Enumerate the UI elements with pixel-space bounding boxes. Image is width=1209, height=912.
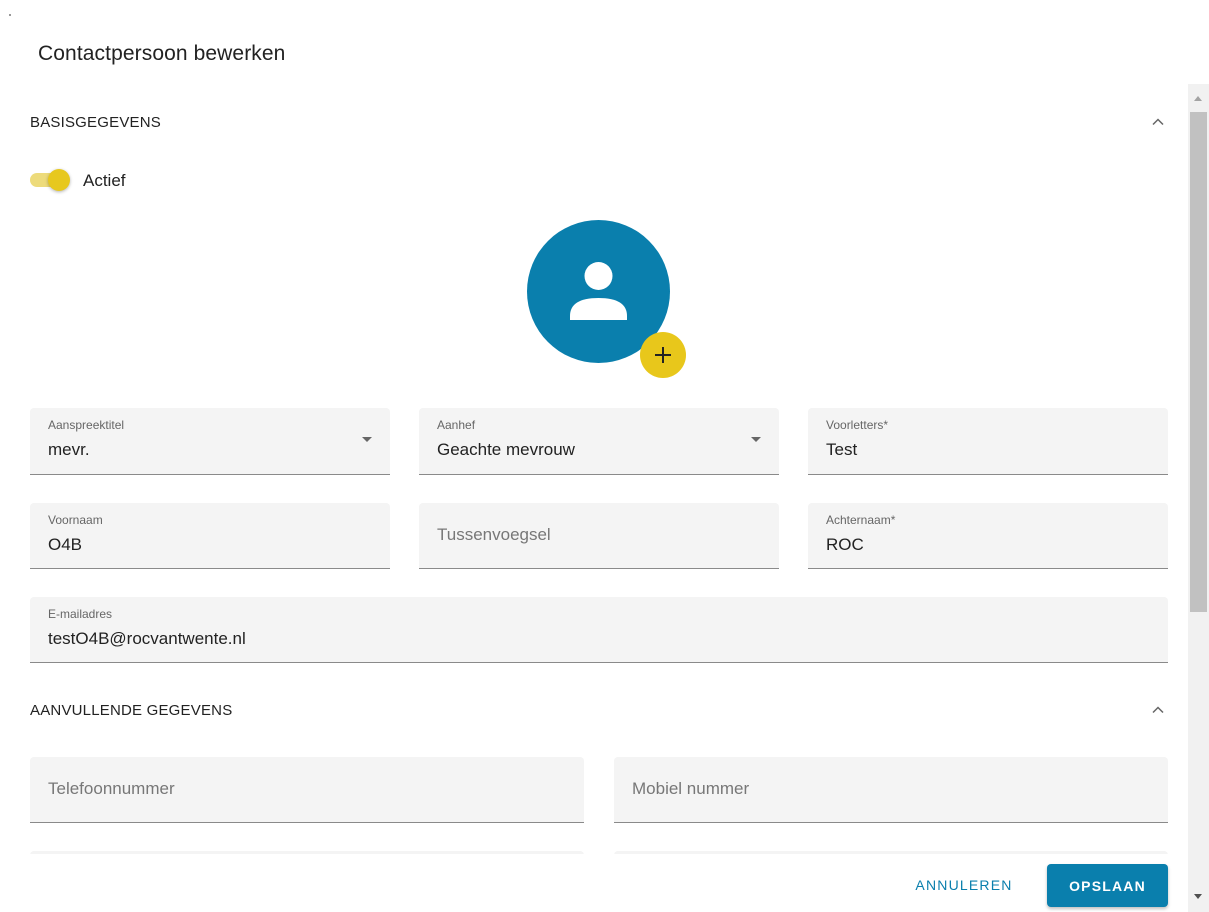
achternaam-value: ROC xyxy=(826,535,864,554)
scroll-up-arrow-icon[interactable] xyxy=(1194,96,1202,101)
active-toggle[interactable] xyxy=(30,168,70,192)
email-field[interactable]: E-mailadres testO4B@rocvantwente.nl xyxy=(30,597,1168,663)
mobiel-nummer-field[interactable]: Mobiel nummer xyxy=(614,757,1168,823)
aanspreektitel-select[interactable]: Aanspreektitel mevr. xyxy=(30,408,390,475)
section-header-basisgegevens[interactable]: BASISGEGEVENS xyxy=(30,108,1168,138)
scrollbar[interactable] xyxy=(1188,84,1209,912)
voornaam-field[interactable]: Voornaam O4B xyxy=(30,503,390,569)
dropdown-arrow-icon xyxy=(362,437,372,442)
aanhef-select[interactable]: Aanhef Geachte mevrouw xyxy=(419,408,779,475)
telefoonnummer-field[interactable]: Telefoonnummer xyxy=(30,757,584,823)
voornaam-value: O4B xyxy=(48,535,83,554)
aanspreektitel-value: mevr. xyxy=(48,440,90,459)
achternaam-field[interactable]: Achternaam* ROC xyxy=(808,503,1168,569)
dialog-actions: ANNULEREN OPSLAAN xyxy=(0,855,1186,912)
cancel-button[interactable]: ANNULEREN xyxy=(896,864,1032,906)
section-title: AANVULLENDE GEGEVENS xyxy=(30,702,233,719)
achternaam-label: Achternaam* xyxy=(826,513,896,527)
toggle-thumb xyxy=(48,169,70,191)
chevron-up-icon[interactable] xyxy=(1148,700,1168,720)
voornaam-label: Voornaam xyxy=(48,513,103,527)
tussenvoegsel-field[interactable]: Tussenvoegsel xyxy=(419,503,779,569)
corner-mark xyxy=(9,14,11,16)
plus-icon xyxy=(655,347,671,363)
aanhef-label: Aanhef xyxy=(437,418,476,432)
scrollbar-thumb[interactable] xyxy=(1190,112,1207,612)
aanspreektitel-label: Aanspreektitel xyxy=(48,418,125,432)
email-value: testO4B@rocvantwente.nl xyxy=(48,629,246,648)
chevron-up-icon[interactable] xyxy=(1148,112,1168,132)
mobiel-nummer-placeholder: Mobiel nummer xyxy=(632,779,750,798)
partial-field[interactable] xyxy=(614,851,1168,854)
section-title: BASISGEGEVENS xyxy=(30,114,161,131)
dialog-content[interactable]: BASISGEGEVENS Actief Aanspreektitel mevr… xyxy=(0,84,1186,854)
save-button[interactable]: OPSLAAN xyxy=(1047,864,1168,907)
dropdown-arrow-icon xyxy=(751,437,761,442)
telefoonnummer-placeholder: Telefoonnummer xyxy=(48,779,175,798)
tussenvoegsel-placeholder: Tussenvoegsel xyxy=(437,525,551,544)
voorletters-value: Test xyxy=(826,440,858,459)
scroll-down-arrow-icon[interactable] xyxy=(1194,894,1202,899)
aanhef-value: Geachte mevrouw xyxy=(437,440,575,459)
section-header-aanvullende-gegevens[interactable]: AANVULLENDE GEGEVENS xyxy=(30,696,1168,726)
voorletters-label: Voorletters* xyxy=(826,418,889,432)
voorletters-field[interactable]: Voorletters* Test xyxy=(808,408,1168,475)
avatar-add-button[interactable] xyxy=(640,332,686,378)
email-label: E-mailadres xyxy=(48,607,113,621)
partial-field[interactable] xyxy=(30,851,584,854)
dialog-title: Contactpersoon bewerken xyxy=(38,42,286,65)
active-toggle-label: Actief xyxy=(83,171,126,190)
